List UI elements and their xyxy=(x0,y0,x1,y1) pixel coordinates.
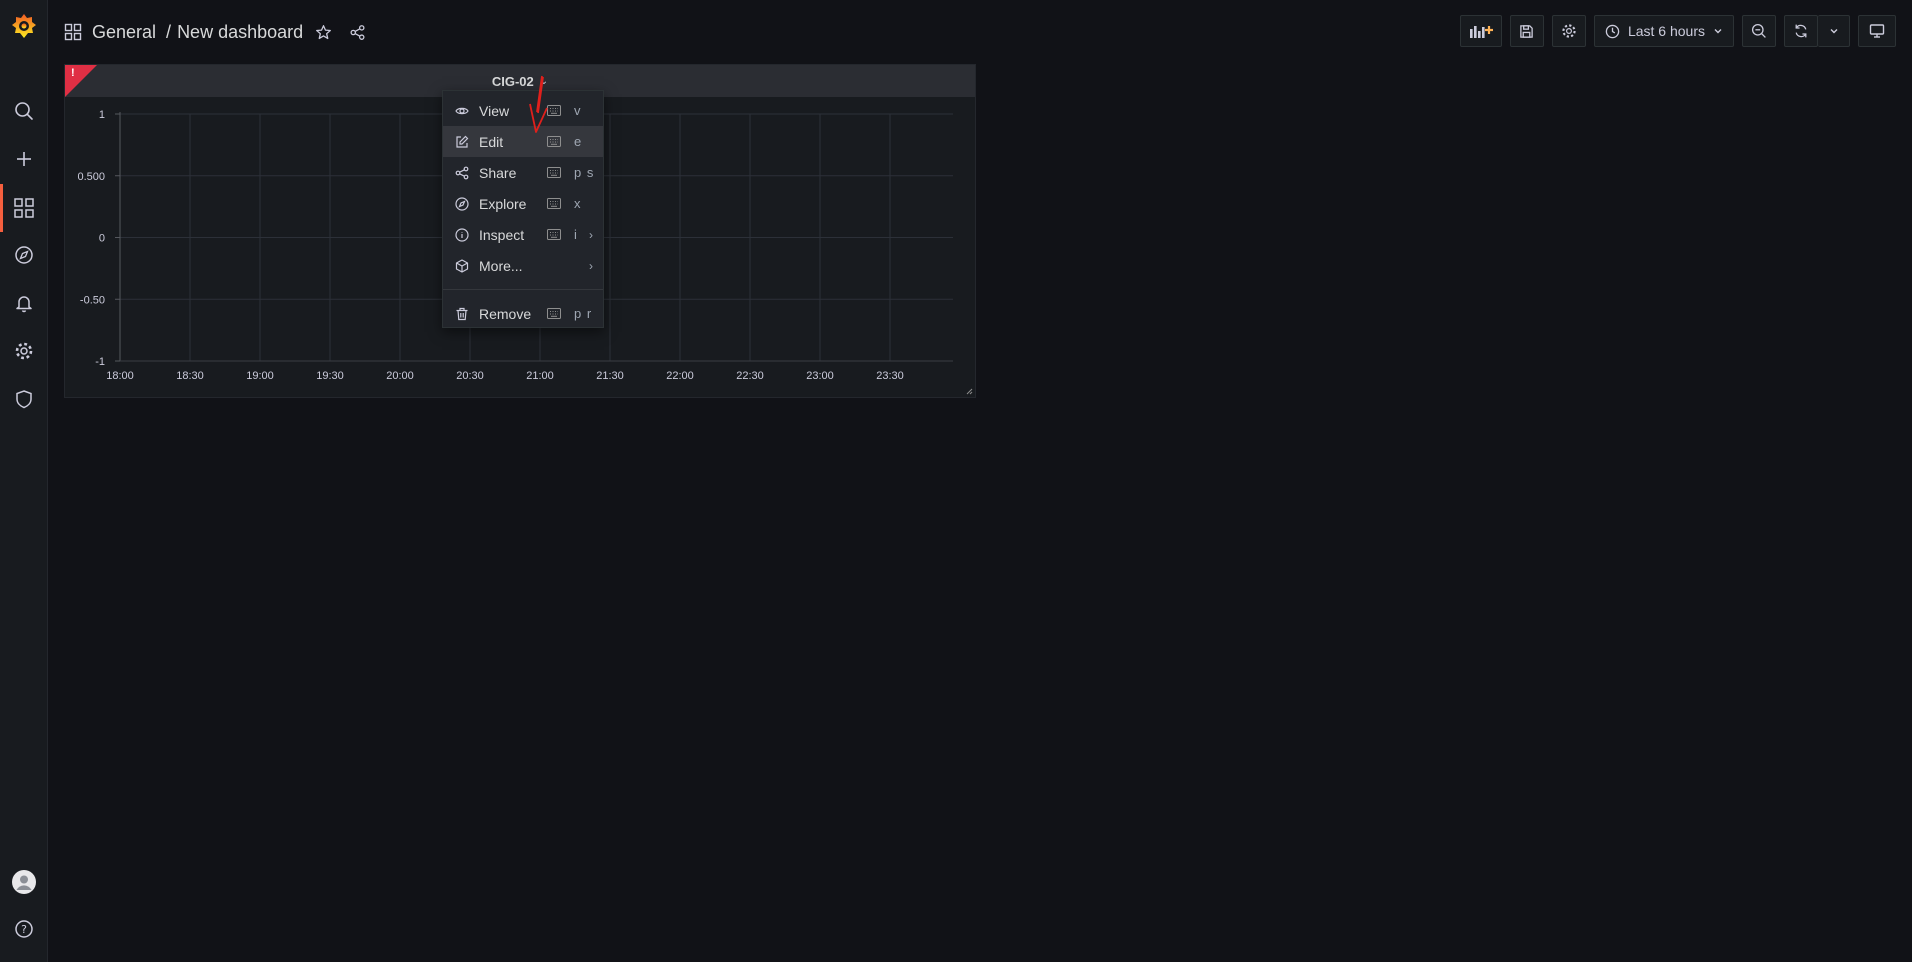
menu-divider xyxy=(443,289,603,290)
panel-error-icon[interactable]: ! xyxy=(71,67,75,79)
dashboards-icon[interactable] xyxy=(0,184,48,232)
menu-item-label: View xyxy=(479,102,510,119)
chevron-right-icon: › xyxy=(589,258,593,273)
dashboard-grid-icon xyxy=(64,23,82,41)
menu-item-label: Share xyxy=(479,164,517,181)
add-panel-icon xyxy=(1469,26,1493,38)
share-dashboard-icon[interactable] xyxy=(347,22,367,42)
side-menu: ? xyxy=(0,0,48,962)
x-tick-label: 18:30 xyxy=(176,370,204,382)
dashboard-settings-button[interactable] xyxy=(1551,15,1586,47)
breadcrumb-folder-link[interactable]: General xyxy=(92,22,156,43)
x-tick-label: 23:00 xyxy=(806,370,834,382)
menu-item-label: Remove xyxy=(479,305,532,322)
tv-mode-icon xyxy=(1869,24,1885,38)
refresh-button-group xyxy=(1784,15,1850,47)
y-tick-label: 0 xyxy=(99,233,105,245)
configuration-gear-icon[interactable] xyxy=(0,331,48,371)
menu-item-remove[interactable]: Remove p r xyxy=(443,298,603,329)
share-icon xyxy=(455,166,469,180)
time-range-label: Last 6 hours xyxy=(1627,23,1705,39)
time-range-picker[interactable]: Last 6 hours xyxy=(1593,15,1734,47)
help-icon[interactable]: ? xyxy=(0,909,48,949)
compass-icon xyxy=(455,197,469,211)
edit-icon xyxy=(456,135,469,148)
panel-error-corner[interactable] xyxy=(65,65,97,97)
zoom-out-icon xyxy=(1751,23,1766,38)
panel-resize-handle-icon[interactable] xyxy=(965,387,973,395)
keyboard-icon xyxy=(547,229,561,240)
breadcrumb-separator: / xyxy=(166,21,172,42)
menu-item-explore[interactable]: Explore x xyxy=(443,188,603,219)
x-tick-label: 20:00 xyxy=(386,370,414,382)
refresh-icon xyxy=(1795,24,1807,38)
dashboard-toolbar: Last 6 hours xyxy=(1452,15,1896,47)
grafana-logo-icon[interactable] xyxy=(0,4,48,48)
cube-icon xyxy=(455,259,469,273)
eye-icon xyxy=(455,107,469,115)
annotation-arrow-icon xyxy=(529,75,548,133)
menu-item-label: More... xyxy=(479,257,523,274)
x-tick-label: 21:00 xyxy=(526,370,554,382)
dashboard-top-nav: General / New dashboard Last 6 hours xyxy=(48,0,1912,64)
refresh-button[interactable] xyxy=(1784,15,1818,47)
clock-icon xyxy=(1605,24,1620,38)
refresh-interval-dropdown[interactable] xyxy=(1818,15,1850,47)
x-tick-label: 18:00 xyxy=(106,370,134,382)
keyboard-icon xyxy=(547,198,561,209)
menu-item-shortcut: v xyxy=(574,103,582,118)
menu-item-inspect[interactable]: Inspect i › xyxy=(443,219,603,250)
info-circle-icon xyxy=(455,228,469,242)
menu-item-shortcut: p s xyxy=(574,165,595,180)
chevron-down-icon xyxy=(1830,29,1837,34)
x-tick-label: 23:30 xyxy=(876,370,904,382)
tv-mode-button[interactable] xyxy=(1858,15,1896,47)
save-icon xyxy=(1520,24,1534,38)
x-tick-label: 19:30 xyxy=(316,370,344,382)
breadcrumb: General / New dashboard xyxy=(64,20,367,44)
y-tick-label: -1 xyxy=(95,356,105,368)
chevron-down-icon xyxy=(1714,29,1722,34)
save-dashboard-button[interactable] xyxy=(1509,15,1544,47)
menu-item-label: Inspect xyxy=(479,226,525,243)
menu-item-share[interactable]: Share p s xyxy=(443,157,603,188)
menu-item-label: Explore xyxy=(479,195,527,212)
zoom-out-button[interactable] xyxy=(1742,15,1776,47)
x-tick-label: 22:00 xyxy=(666,370,694,382)
menu-item-shortcut: e xyxy=(574,134,583,149)
svg-text:?: ? xyxy=(21,923,27,936)
y-tick-label: -0.50 xyxy=(80,294,105,306)
trash-icon xyxy=(456,307,468,321)
plus-icon[interactable] xyxy=(0,139,48,179)
keyboard-icon xyxy=(547,167,561,178)
y-tick-label: 1 xyxy=(99,109,105,121)
server-admin-shield-icon[interactable] xyxy=(0,379,48,419)
alerting-bell-icon[interactable] xyxy=(0,283,48,323)
settings-icon xyxy=(1562,24,1576,38)
menu-item-shortcut: i xyxy=(574,227,578,242)
search-icon[interactable] xyxy=(0,91,48,131)
star-icon[interactable] xyxy=(313,22,333,42)
user-avatar-icon[interactable] xyxy=(0,862,48,902)
chevron-right-icon: › xyxy=(589,227,593,242)
menu-item-more[interactable]: More... › xyxy=(443,250,603,281)
y-tick-label: 0.500 xyxy=(77,171,105,183)
menu-item-shortcut: x xyxy=(574,196,582,211)
x-tick-label: 19:00 xyxy=(246,370,274,382)
keyboard-icon xyxy=(547,136,561,147)
x-tick-label: 21:30 xyxy=(596,370,624,382)
x-tick-label: 20:30 xyxy=(456,370,484,382)
explore-compass-icon[interactable] xyxy=(0,235,48,275)
menu-item-label: Edit xyxy=(479,133,504,150)
x-tick-label: 22:30 xyxy=(736,370,764,382)
menu-item-shortcut: p r xyxy=(574,306,593,321)
add-panel-button[interactable] xyxy=(1459,15,1502,47)
keyboard-icon xyxy=(547,308,561,319)
dashboard-title[interactable]: New dashboard xyxy=(177,22,303,43)
